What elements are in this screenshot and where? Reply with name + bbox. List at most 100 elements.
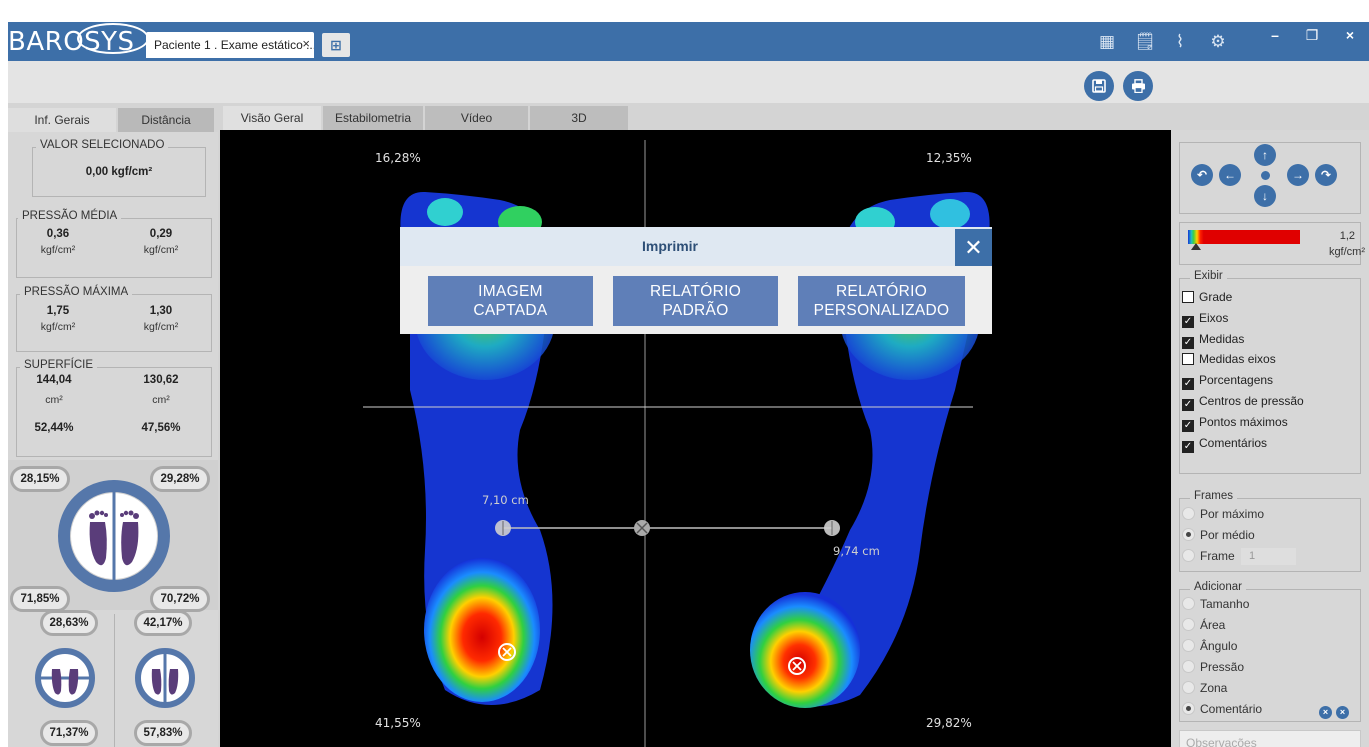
radio-icon[interactable] bbox=[1182, 681, 1195, 694]
exibir-option[interactable]: ✓ Porcentagens bbox=[1182, 373, 1273, 391]
exibir-option-label: Comentários bbox=[1199, 435, 1268, 450]
radio-icon[interactable] bbox=[1182, 597, 1195, 610]
checkbox-icon[interactable] bbox=[1182, 353, 1194, 366]
color-scale-bar bbox=[1188, 230, 1300, 244]
rotate-right-icon[interactable]: ↷ bbox=[1315, 164, 1337, 186]
radio-option[interactable]: Por médio bbox=[1182, 528, 1255, 546]
clear-comment-icon[interactable]: × bbox=[1319, 706, 1332, 719]
document-tab[interactable]: Paciente 1 . Exame estático ... × bbox=[146, 32, 314, 58]
remove-comment-icon[interactable]: × bbox=[1336, 706, 1349, 719]
radio-option-label: Pressão bbox=[1200, 660, 1245, 674]
center-dot-icon[interactable] bbox=[1261, 171, 1270, 180]
pressure-map-view[interactable]: 16,28% 12,35% 41,55% 29,82% 7,10 cm 9,74… bbox=[220, 130, 1171, 747]
tab-estabilometria[interactable]: Estabilometria bbox=[323, 106, 423, 130]
radio-selected-icon[interactable] bbox=[1182, 528, 1195, 541]
surface-title: SUPERFÍCIE bbox=[20, 359, 98, 371]
radio-option[interactable]: Por máximo bbox=[1182, 507, 1264, 525]
move-right-icon[interactable]: → bbox=[1287, 164, 1309, 186]
surface-pct-right: 47,56% bbox=[141, 422, 181, 434]
dialog-close-button[interactable]: ✕ bbox=[955, 229, 992, 266]
radio-selected-icon[interactable] bbox=[1182, 702, 1195, 715]
print-button[interactable] bbox=[1123, 71, 1153, 101]
radio-option[interactable]: Frame bbox=[1182, 549, 1235, 567]
exibir-option[interactable]: Grade bbox=[1182, 290, 1232, 308]
exibir-option[interactable]: Medidas eixos bbox=[1182, 352, 1276, 370]
small-diagram-divider bbox=[114, 614, 115, 747]
scale-marker-icon[interactable] bbox=[1191, 243, 1201, 250]
exibir-option[interactable]: ✓ Medidas bbox=[1182, 332, 1244, 350]
tab-visao-geral[interactable]: Visão Geral bbox=[223, 106, 321, 130]
report-icon[interactable]: 🗒 bbox=[1134, 31, 1156, 53]
toolbar bbox=[8, 61, 1369, 103]
checkbox-checked-icon[interactable]: ✓ bbox=[1182, 440, 1194, 453]
max-pressure-unit-left: kgf/cm² bbox=[40, 321, 76, 333]
print-captured-image-button[interactable]: IMAGEM CAPTADA bbox=[428, 276, 593, 326]
exibir-option-label: Medidas eixos bbox=[1199, 352, 1276, 367]
exibir-option[interactable]: ✓ Comentários bbox=[1182, 436, 1267, 454]
tab-3d[interactable]: 3D bbox=[530, 106, 628, 130]
minimize-button[interactable]: – bbox=[1256, 22, 1294, 49]
frames-title: Frames bbox=[1190, 490, 1237, 502]
print-standard-report-button[interactable]: RELATÓRIO PADRÃO bbox=[613, 276, 778, 326]
radio-icon[interactable] bbox=[1182, 660, 1195, 673]
settings-icon[interactable]: ⚙ bbox=[1207, 31, 1229, 53]
radio-option[interactable]: Pressão bbox=[1182, 660, 1244, 678]
title-bar: BAROSYS Paciente 1 . Exame estático ... … bbox=[8, 22, 1369, 61]
checkbox-checked-icon[interactable]: ✓ bbox=[1182, 419, 1194, 432]
exibir-option[interactable]: ✓ Pontos máximos bbox=[1182, 415, 1288, 433]
save-button[interactable] bbox=[1084, 71, 1114, 101]
print-dialog: Imprimir ✕ IMAGEM CAPTADA RELATÓRIO PADR… bbox=[400, 227, 992, 334]
chart-icon[interactable]: ⌇ bbox=[1169, 31, 1191, 53]
checkbox-checked-icon[interactable]: ✓ bbox=[1182, 399, 1194, 411]
restore-button[interactable]: ❐ bbox=[1293, 22, 1331, 49]
radio-option[interactable]: Área bbox=[1182, 618, 1225, 636]
radio-icon[interactable] bbox=[1182, 639, 1195, 652]
radio-icon[interactable] bbox=[1182, 618, 1195, 631]
checkbox-checked-icon[interactable]: ✓ bbox=[1182, 336, 1194, 349]
right-panel: ↑ ↶ ← → ↷ ↓ 1,2 kgf/cm² Exibir Grade ✓ Eix… bbox=[1171, 130, 1369, 747]
tab-distancia[interactable]: Distância bbox=[118, 108, 214, 132]
checkbox-checked-icon[interactable]: ✓ bbox=[1182, 378, 1194, 391]
radio-option[interactable]: Ângulo bbox=[1182, 639, 1237, 657]
radio-option[interactable]: Tamanho bbox=[1182, 597, 1249, 615]
radio-option-label: Por máximo bbox=[1200, 507, 1265, 521]
surface-left: 144,04 bbox=[36, 374, 72, 386]
grid-icon[interactable]: ▦ bbox=[1096, 31, 1118, 53]
checkbox-checked-icon[interactable]: ✓ bbox=[1182, 315, 1194, 328]
radio-option-label: Por médio bbox=[1200, 528, 1255, 542]
tab-video[interactable]: Vídeo bbox=[425, 106, 528, 130]
close-window-button[interactable]: × bbox=[1331, 22, 1369, 49]
avg-pressure-right: 0,29 bbox=[149, 228, 173, 240]
percent-bottom-left: 41,55% bbox=[375, 716, 421, 730]
radio-option-label: Tamanho bbox=[1200, 597, 1250, 611]
selected-value-title: VALOR SELECIONADO bbox=[36, 139, 169, 151]
tab-inf-gerais[interactable]: Inf. Gerais bbox=[8, 108, 116, 132]
radio-icon[interactable] bbox=[1182, 507, 1195, 520]
btn2-line1: RELATÓRIO bbox=[649, 283, 742, 300]
exibir-option[interactable]: ✓ Eixos bbox=[1182, 311, 1228, 329]
surface-pct-left: 52,44% bbox=[34, 422, 74, 434]
rotate-left-icon[interactable]: ↶ bbox=[1191, 164, 1213, 186]
radio-option[interactable]: Zona bbox=[1182, 681, 1227, 699]
exibir-option-label: Eixos bbox=[1199, 310, 1229, 325]
new-tab-icon[interactable]: ⊞ bbox=[322, 33, 350, 57]
observations-input[interactable]: Observações bbox=[1179, 730, 1361, 747]
small-left-top-pct: 28,63% bbox=[40, 610, 98, 636]
radio-option[interactable]: Comentário bbox=[1182, 702, 1262, 720]
move-left-icon[interactable]: ← bbox=[1219, 164, 1241, 186]
frame-number-input[interactable]: 1 bbox=[1241, 548, 1296, 565]
move-up-icon[interactable]: ↑ bbox=[1254, 144, 1276, 166]
radio-option-label: Comentário bbox=[1200, 702, 1263, 716]
checkbox-icon[interactable] bbox=[1182, 291, 1194, 303]
radio-icon[interactable] bbox=[1182, 549, 1195, 562]
exibir-option[interactable]: ✓ Centros de pressão bbox=[1182, 394, 1304, 412]
feet-bottom-left-pct: 71,85% bbox=[10, 586, 70, 612]
exibir-option-label: Centros de pressão bbox=[1199, 394, 1304, 408]
close-tab-icon[interactable]: × bbox=[302, 36, 310, 51]
feet-bottom-right-pct: 70,72% bbox=[150, 586, 210, 612]
surface-right: 130,62 bbox=[143, 374, 179, 386]
print-custom-report-button[interactable]: RELATÓRIO PERSONALIZADO bbox=[798, 276, 965, 326]
max-pressure-right: 1,30 bbox=[149, 305, 173, 317]
move-down-icon[interactable]: ↓ bbox=[1254, 185, 1276, 207]
avg-pressure-unit-right: kgf/cm² bbox=[143, 244, 179, 256]
